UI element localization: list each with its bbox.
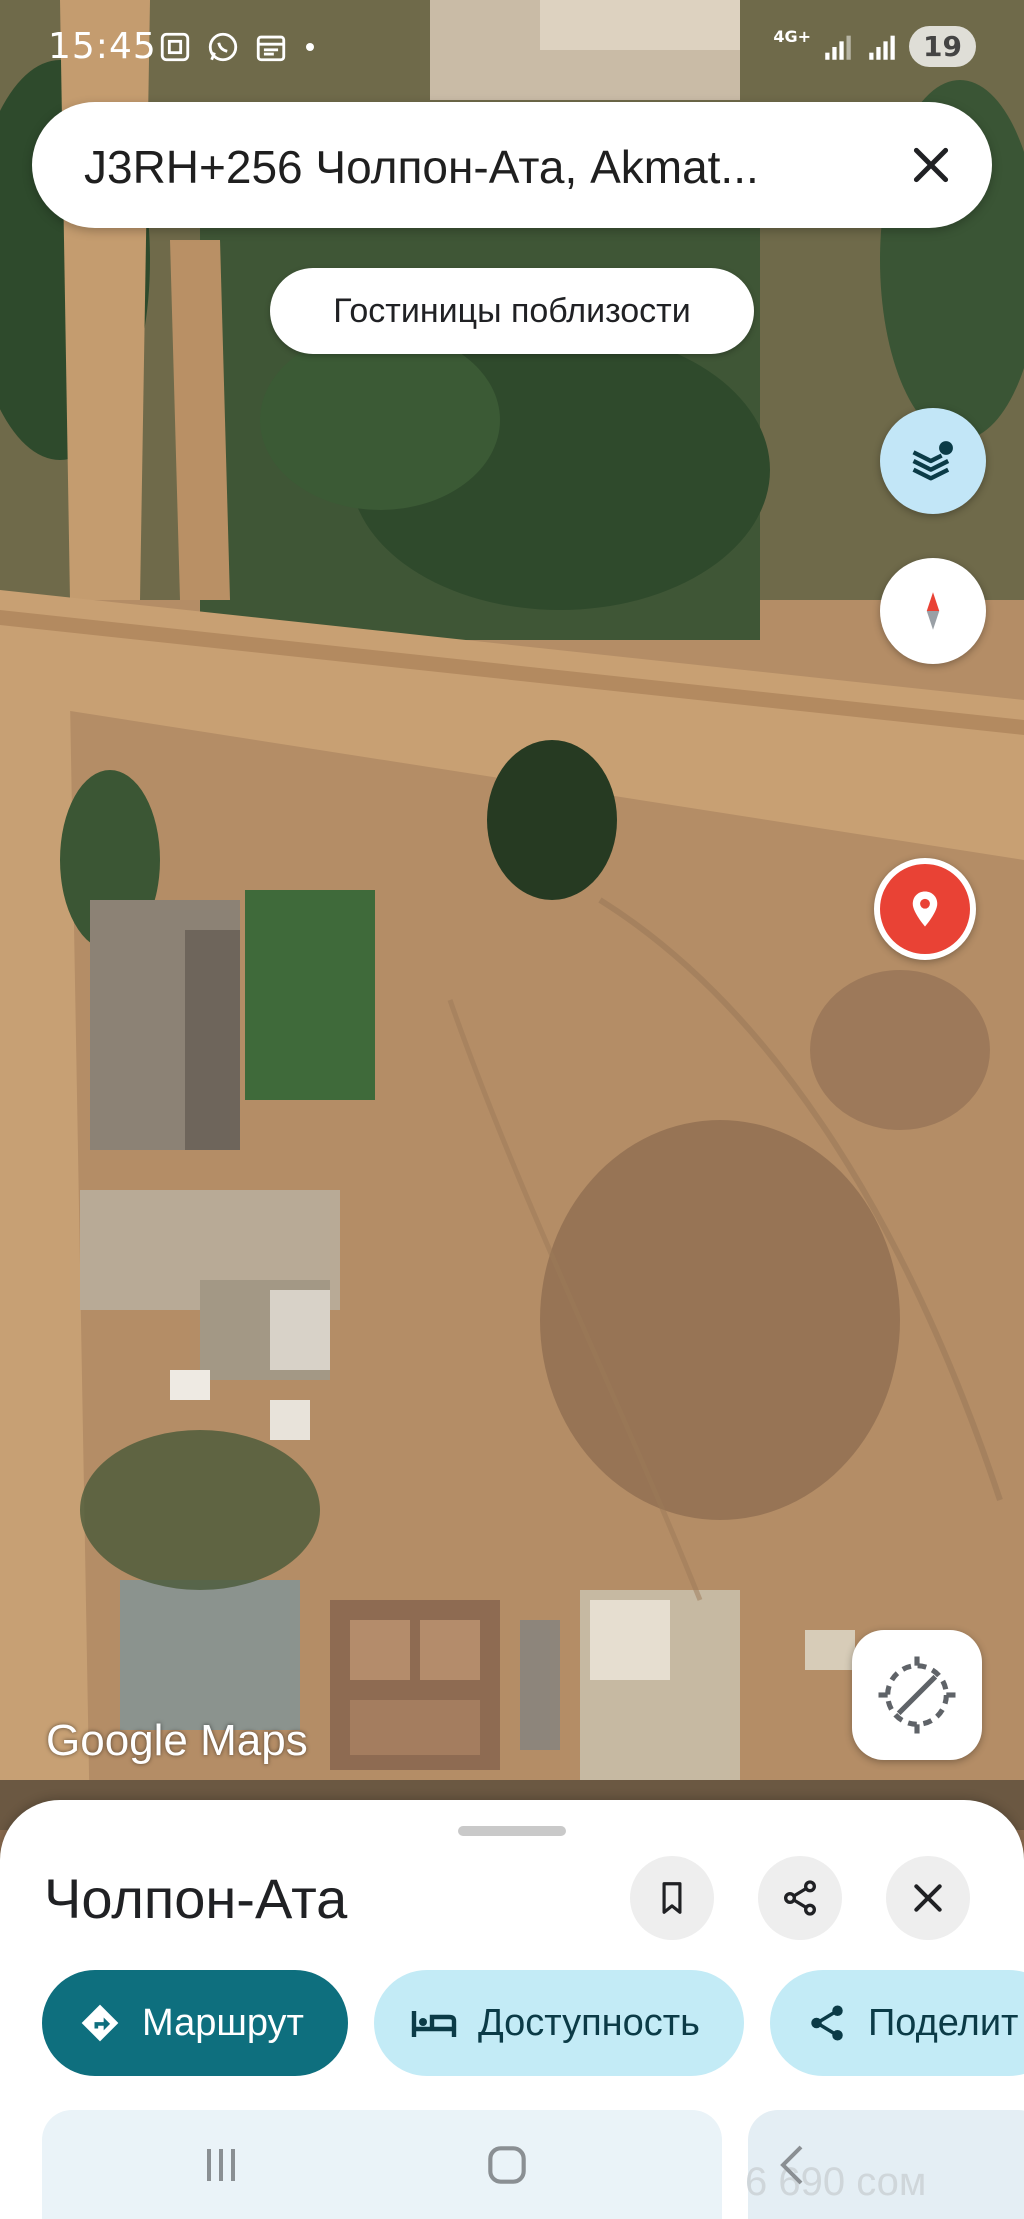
status-bar: 15:45 4G+ 19 [0, 0, 1024, 90]
layers-button[interactable] [880, 408, 986, 514]
location-pin-icon [912, 891, 938, 927]
bed-icon [411, 2011, 457, 2037]
place-title: Чолпон-Ата [44, 1867, 348, 1930]
drag-handle[interactable] [458, 1826, 566, 1836]
signal-icon-2 [869, 35, 895, 60]
screenshot-icon [160, 32, 190, 62]
close-icon [914, 1884, 942, 1912]
save-button[interactable] [630, 1856, 714, 1940]
share-button[interactable] [758, 1856, 842, 1940]
signal-icon [825, 35, 851, 60]
directions-label: Маршрут [142, 2001, 304, 2044]
status-notification-icons [158, 30, 318, 64]
status-time: 15:45 [48, 26, 157, 67]
dot-icon [306, 43, 314, 51]
close-sheet-button[interactable] [886, 1856, 970, 1940]
action-chips: Маршрут Доступность Поделит [42, 1970, 1024, 2076]
network-type: 4G+ [773, 27, 812, 46]
battery-level: 19 [909, 26, 976, 67]
my-location-icon [878, 1656, 956, 1734]
layers-icon [912, 441, 953, 481]
directions-icon [81, 2004, 119, 2042]
availability-label: Доступность [477, 2001, 700, 2044]
google-maps-watermark: Google Maps [46, 1716, 308, 1765]
home-icon [488, 2146, 526, 2184]
share-icon [811, 2005, 843, 2041]
status-system-icons: 4G+ 19 [773, 26, 976, 67]
share-label: Поделит [867, 2001, 1019, 2044]
system-nav-bar [0, 2110, 1024, 2219]
home-button[interactable] [472, 2130, 542, 2200]
recents-button[interactable] [186, 2130, 256, 2200]
share-chip[interactable]: Поделит [769, 1970, 1024, 2076]
compass-button[interactable] [880, 558, 986, 664]
share-icon [784, 1880, 816, 1916]
nearby-hotels-chip[interactable]: Гостиницы поблизости [270, 268, 754, 354]
calendar-icon [256, 35, 286, 62]
my-location-button[interactable] [852, 1630, 982, 1760]
dropped-pin[interactable] [874, 858, 976, 960]
whatsapp-icon [208, 32, 238, 62]
recents-icon [207, 2149, 235, 2181]
search-bar[interactable]: J3RH+256 Чолпон-Ата, Akmat... [32, 102, 992, 228]
back-button[interactable] [758, 2130, 828, 2200]
directions-chip[interactable]: Маршрут [42, 1970, 348, 2076]
compass-icon [926, 592, 940, 630]
back-icon [780, 2145, 803, 2185]
search-query[interactable]: J3RH+256 Чолпон-Ата, Akmat... [84, 140, 884, 194]
bookmark-icon [662, 1882, 682, 1914]
availability-chip[interactable]: Доступность [373, 1970, 744, 2076]
close-icon[interactable] [906, 140, 956, 190]
